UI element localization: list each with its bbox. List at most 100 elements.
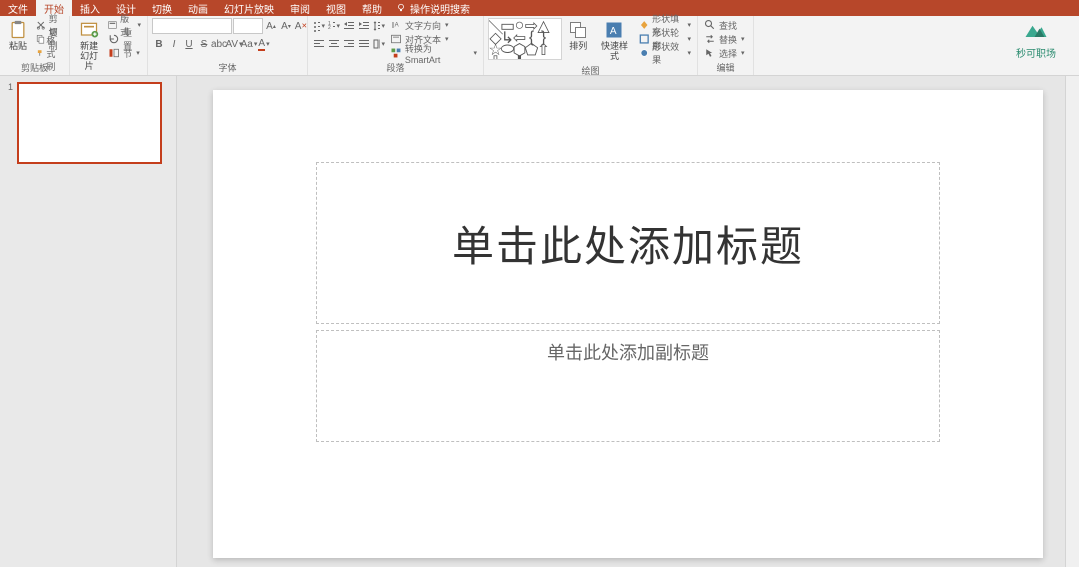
align-center-icon [328, 38, 340, 50]
reset-button[interactable]: 重置 [106, 32, 143, 46]
align-left-button[interactable] [312, 37, 326, 51]
shape-pent-icon: ⬠ [526, 44, 537, 55]
shapes-gallery[interactable]: ＼ ▭ ○ ⇨ △ ◇ ↳ ⇦ { } ☆ ⬭ ⬡ ⬠ ⇧ ⇩ ☁ ✚ [488, 18, 562, 60]
group-label-paragraph: 段落 [312, 60, 479, 74]
decrease-indent-icon [343, 20, 355, 32]
tell-me-label: 操作说明搜索 [410, 1, 470, 16]
chevron-down-icon: ▾ [336, 22, 340, 30]
copy-icon [36, 33, 46, 45]
svg-text:2: 2 [328, 25, 331, 31]
font-size-select[interactable] [233, 18, 263, 34]
find-button[interactable]: 查找 [702, 18, 747, 32]
svg-text:||A: ||A [392, 23, 399, 29]
shape-effects-icon [639, 47, 649, 59]
align-text-icon [390, 33, 402, 45]
numbering-icon: 12 [328, 20, 335, 32]
align-right-button[interactable] [342, 37, 356, 51]
vertical-scrollbar[interactable] [1065, 76, 1079, 567]
group-label-editing: 编辑 [702, 60, 749, 74]
group-label-font: 字体 [152, 60, 303, 74]
paste-icon [8, 20, 28, 40]
arrange-button[interactable]: 排列 [564, 18, 592, 53]
align-center-button[interactable] [327, 37, 341, 51]
tab-review[interactable]: 审阅 [282, 0, 318, 16]
quick-styles-button[interactable]: A 快速样式 [594, 18, 634, 63]
text-direction-button[interactable]: ||A文字方向▾ [388, 18, 479, 32]
paste-button[interactable]: 粘贴 [4, 18, 32, 53]
tab-animations[interactable]: 动画 [180, 0, 216, 16]
shape-effects-button[interactable]: 形状效果▾ [637, 46, 693, 60]
slide-thumbnail-1[interactable] [17, 82, 162, 164]
brand-logo: 秒可职场 [1001, 20, 1071, 60]
slide[interactable]: 单击此处添加标题 单击此处添加副标题 [213, 90, 1043, 558]
bullets-button[interactable]: ▾ [312, 19, 326, 33]
decrease-indent-button[interactable] [342, 19, 356, 33]
underline-button[interactable]: U [182, 37, 196, 51]
group-paragraph: ▾ 12▾ ▾ ▾ ||A文字方向▾ 对齐文本▾ 转换为 SmartArt▾ [308, 16, 484, 75]
columns-button[interactable]: ▾ [372, 37, 386, 51]
subtitle-placeholder[interactable]: 单击此处添加副标题 [316, 330, 940, 442]
tab-help[interactable]: 帮助 [354, 0, 390, 16]
shape-up-icon: ⇧ [538, 44, 549, 55]
shape-cloud-icon: ☁ [502, 56, 513, 60]
select-button[interactable]: 选择▾ [702, 46, 747, 60]
clear-formatting-button[interactable]: A✕ [294, 19, 308, 33]
svg-text:A: A [610, 26, 617, 37]
shape-outline-icon [639, 33, 649, 45]
chevron-down-icon: ▾ [266, 40, 270, 48]
tab-file[interactable]: 文件 [0, 0, 36, 16]
text-direction-icon: ||A [390, 19, 402, 31]
tab-view[interactable]: 视图 [318, 0, 354, 16]
text-shadow-button[interactable]: abc [212, 37, 226, 51]
increase-font-button[interactable]: A▴ [264, 19, 278, 33]
bullets-icon [313, 20, 320, 32]
mountain-icon [1022, 20, 1050, 40]
font-family-select[interactable] [152, 18, 232, 34]
section-button[interactable]: 节▾ [106, 46, 143, 60]
arrange-icon [568, 20, 588, 40]
ribbon-tab-bar: 文件 开始 插入 设计 切换 动画 幻灯片放映 审阅 视图 帮助 操作说明搜索 [0, 0, 1079, 16]
tab-transitions[interactable]: 切换 [144, 0, 180, 16]
decrease-font-button[interactable]: A▾ [279, 19, 293, 33]
subtitle-placeholder-text: 单击此处添加副标题 [547, 339, 709, 365]
line-spacing-button[interactable]: ▾ [372, 19, 386, 33]
section-icon [108, 47, 120, 59]
group-label-drawing: 绘图 [488, 63, 693, 77]
find-icon [704, 19, 716, 31]
group-label-clipboard: 剪贴板 [4, 60, 65, 74]
smartart-icon [390, 47, 402, 59]
font-color-button[interactable]: A▾ [257, 37, 271, 51]
title-placeholder[interactable]: 单击此处添加标题 [316, 162, 940, 324]
italic-button[interactable]: I [167, 37, 181, 51]
chevron-down-icon: ▾ [473, 49, 477, 57]
select-icon [704, 47, 716, 59]
change-case-button[interactable]: Aa▾ [242, 37, 256, 51]
group-clipboard: 粘贴 剪切 复制 格式刷 剪贴板 [0, 16, 70, 75]
justify-button[interactable] [357, 37, 371, 51]
bold-button[interactable]: B [152, 37, 166, 51]
numbering-button[interactable]: 12▾ [327, 19, 341, 33]
group-drawing: ＼ ▭ ○ ⇨ △ ◇ ↳ ⇦ { } ☆ ⬭ ⬡ ⬠ ⇧ ⇩ ☁ ✚ [484, 16, 698, 75]
format-painter-button[interactable]: 格式刷 [34, 46, 65, 60]
char-spacing-button[interactable]: AV▾ [227, 37, 241, 51]
smartart-button[interactable]: 转换为 SmartArt▾ [388, 46, 479, 60]
cut-icon [36, 19, 46, 31]
tab-slideshow[interactable]: 幻灯片放映 [216, 0, 282, 16]
increase-indent-button[interactable] [357, 19, 371, 33]
chevron-down-icon: ▾ [687, 35, 691, 43]
shape-plus-icon: ✚ [514, 56, 525, 60]
quick-styles-icon: A [604, 20, 624, 40]
new-slide-icon [79, 20, 99, 40]
group-font: A▴ A▾ A✕ B I U S abc AV▾ Aa▾ A▾ 字体 [148, 16, 308, 75]
chevron-down-icon: ▾ [321, 22, 325, 30]
tell-me-search[interactable]: 操作说明搜索 [390, 0, 476, 16]
title-placeholder-text: 单击此处添加标题 [452, 213, 804, 274]
chevron-down-icon: ▾ [741, 49, 745, 57]
columns-icon [373, 38, 380, 50]
tab-insert[interactable]: 插入 [72, 0, 108, 16]
increase-indent-icon [358, 20, 370, 32]
replace-button[interactable]: 替换▾ [702, 32, 747, 46]
strikethrough-button[interactable]: S [197, 37, 211, 51]
line-spacing-icon [373, 20, 380, 32]
new-slide-button[interactable]: 新建 幻灯片 [74, 18, 104, 73]
